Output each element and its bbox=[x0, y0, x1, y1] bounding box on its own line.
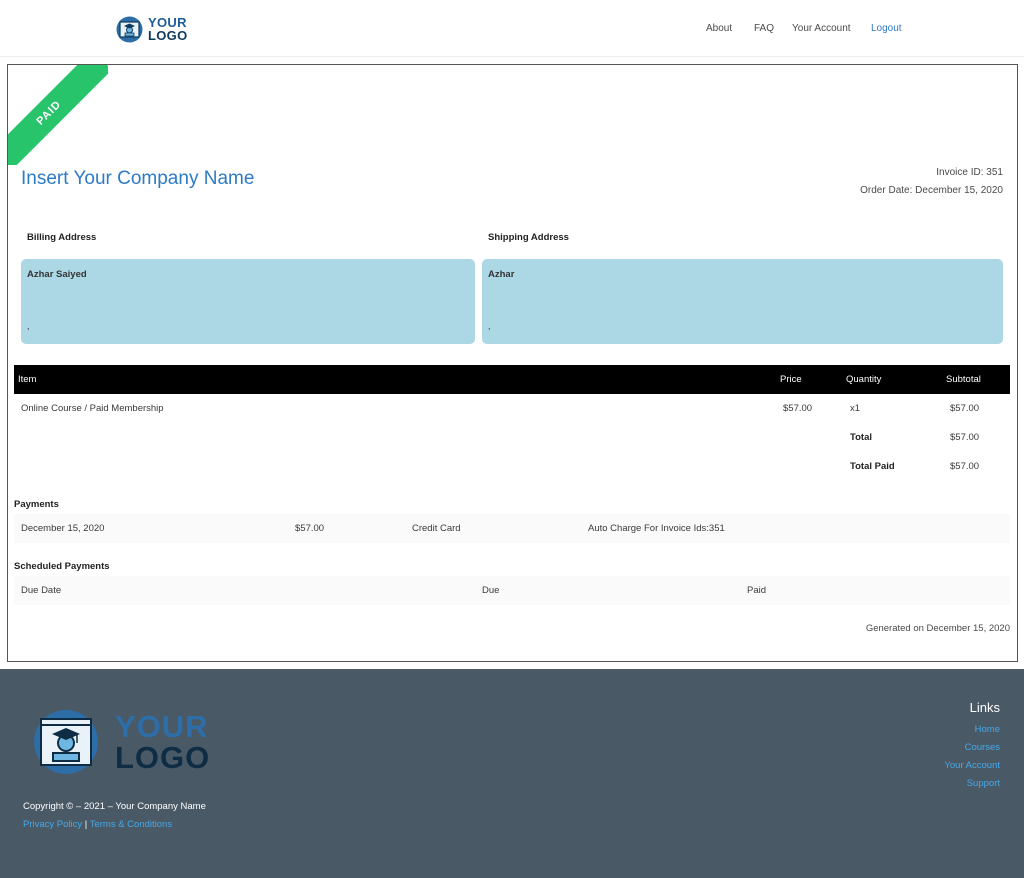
scheduled-paid: Paid bbox=[747, 585, 767, 596]
payment-method: Credit Card bbox=[412, 523, 461, 534]
nav-about[interactable]: About bbox=[706, 23, 732, 35]
footer-logo-line-1: YOUR bbox=[115, 709, 209, 744]
nav-logout[interactable]: Logout bbox=[871, 23, 902, 35]
footer-logo-text: YOUR LOGO bbox=[115, 711, 210, 773]
total-paid-value: $57.00 bbox=[950, 461, 980, 472]
scheduled-due-date: Due Date bbox=[21, 585, 62, 596]
billing-name: Azhar Saiyed bbox=[27, 269, 87, 280]
copyright-text: Copyright © – 2021 – Your Company Name bbox=[23, 801, 206, 812]
scheduled-payments-header: Due Date Due Paid bbox=[14, 576, 1010, 605]
total-value: $57.00 bbox=[950, 432, 980, 443]
item-name: Online Course / Paid Membership bbox=[21, 403, 164, 414]
invoice-card: PAID Insert Your Company Name Invoice ID… bbox=[7, 64, 1018, 662]
generated-on: Generated on December 15, 2020 bbox=[865, 623, 1010, 634]
footer-link-home[interactable]: Home bbox=[944, 721, 1000, 739]
logo-text: YOUR LOGO bbox=[148, 16, 187, 42]
footer-logo-line-2: LOGO bbox=[115, 740, 211, 775]
shipping-name: Azhar bbox=[488, 269, 515, 280]
shipping-address-label: Shipping Address bbox=[488, 232, 569, 243]
footer-links-title: Links bbox=[969, 700, 1000, 715]
total-paid-row: Total Paid $57.00 bbox=[14, 452, 1010, 481]
company-name: Insert Your Company Name bbox=[21, 168, 255, 189]
scheduled-payments-title: Scheduled Payments bbox=[14, 561, 110, 572]
graduation-cap-icon bbox=[116, 16, 143, 42]
paid-ribbon: PAID bbox=[8, 65, 108, 165]
site-footer: YOUR LOGO Copyright © – 2021 – Your Comp… bbox=[0, 669, 1024, 878]
paid-ribbon-label: PAID bbox=[8, 65, 108, 165]
terms-link[interactable]: Terms & Conditions bbox=[90, 819, 172, 830]
header-item: Item bbox=[18, 374, 37, 385]
legal-separator: | bbox=[84, 819, 88, 830]
footer-link-your-account[interactable]: Your Account bbox=[944, 757, 1000, 775]
payment-row: December 15, 2020 $57.00 Credit Card Aut… bbox=[14, 514, 1010, 543]
payment-note: Auto Charge For Invoice Ids:351 bbox=[588, 523, 725, 534]
payments-title: Payments bbox=[14, 499, 59, 510]
total-label: Total bbox=[850, 432, 872, 443]
item-price: $57.00 bbox=[783, 403, 813, 414]
footer-logo[interactable]: YOUR LOGO bbox=[33, 709, 210, 775]
shipping-address-line: , bbox=[488, 321, 491, 331]
footer-links: Links Home Courses Your Account Support bbox=[944, 700, 1000, 793]
header-subtotal: Subtotal bbox=[946, 374, 981, 385]
nav-your-account[interactable]: Your Account bbox=[792, 23, 851, 35]
total-paid-label: Total Paid bbox=[850, 461, 895, 472]
header-quantity: Quantity bbox=[846, 374, 882, 385]
order-date: Order Date: December 15, 2020 bbox=[860, 185, 1003, 196]
header-price: Price bbox=[780, 374, 802, 385]
site-logo[interactable]: YOUR LOGO bbox=[116, 14, 187, 44]
graduation-cap-icon bbox=[34, 710, 98, 774]
billing-address-line: , bbox=[27, 321, 30, 331]
items-table-header: Item Price Quantity Subtotal bbox=[14, 365, 1010, 394]
total-row: Total $57.00 bbox=[14, 423, 1010, 452]
nav-faq[interactable]: FAQ bbox=[754, 23, 774, 35]
payment-amount: $57.00 bbox=[295, 523, 325, 534]
logo-line-2: LOGO bbox=[148, 28, 188, 43]
site-header: YOUR LOGO About FAQ Your Account Logout bbox=[0, 0, 1024, 57]
table-row: Online Course / Paid Membership $57.00 x… bbox=[14, 394, 1010, 423]
footer-link-support[interactable]: Support bbox=[944, 775, 1000, 793]
privacy-policy-link[interactable]: Privacy Policy bbox=[23, 819, 82, 830]
billing-address-label: Billing Address bbox=[27, 232, 97, 243]
item-subtotal: $57.00 bbox=[950, 403, 980, 414]
shipping-address-box: Azhar , bbox=[482, 259, 1003, 344]
invoice-meta: Invoice ID: 351 Order Date: December 15,… bbox=[860, 164, 1003, 200]
billing-address-box: Azhar Saiyed , bbox=[21, 259, 475, 344]
legal-links: Privacy Policy | Terms & Conditions bbox=[23, 819, 172, 830]
item-quantity: x1 bbox=[850, 403, 861, 414]
payment-date: December 15, 2020 bbox=[21, 523, 105, 534]
invoice-id: Invoice ID: 351 bbox=[936, 167, 1003, 178]
footer-link-courses[interactable]: Courses bbox=[944, 739, 1000, 757]
scheduled-due: Due bbox=[482, 585, 500, 596]
